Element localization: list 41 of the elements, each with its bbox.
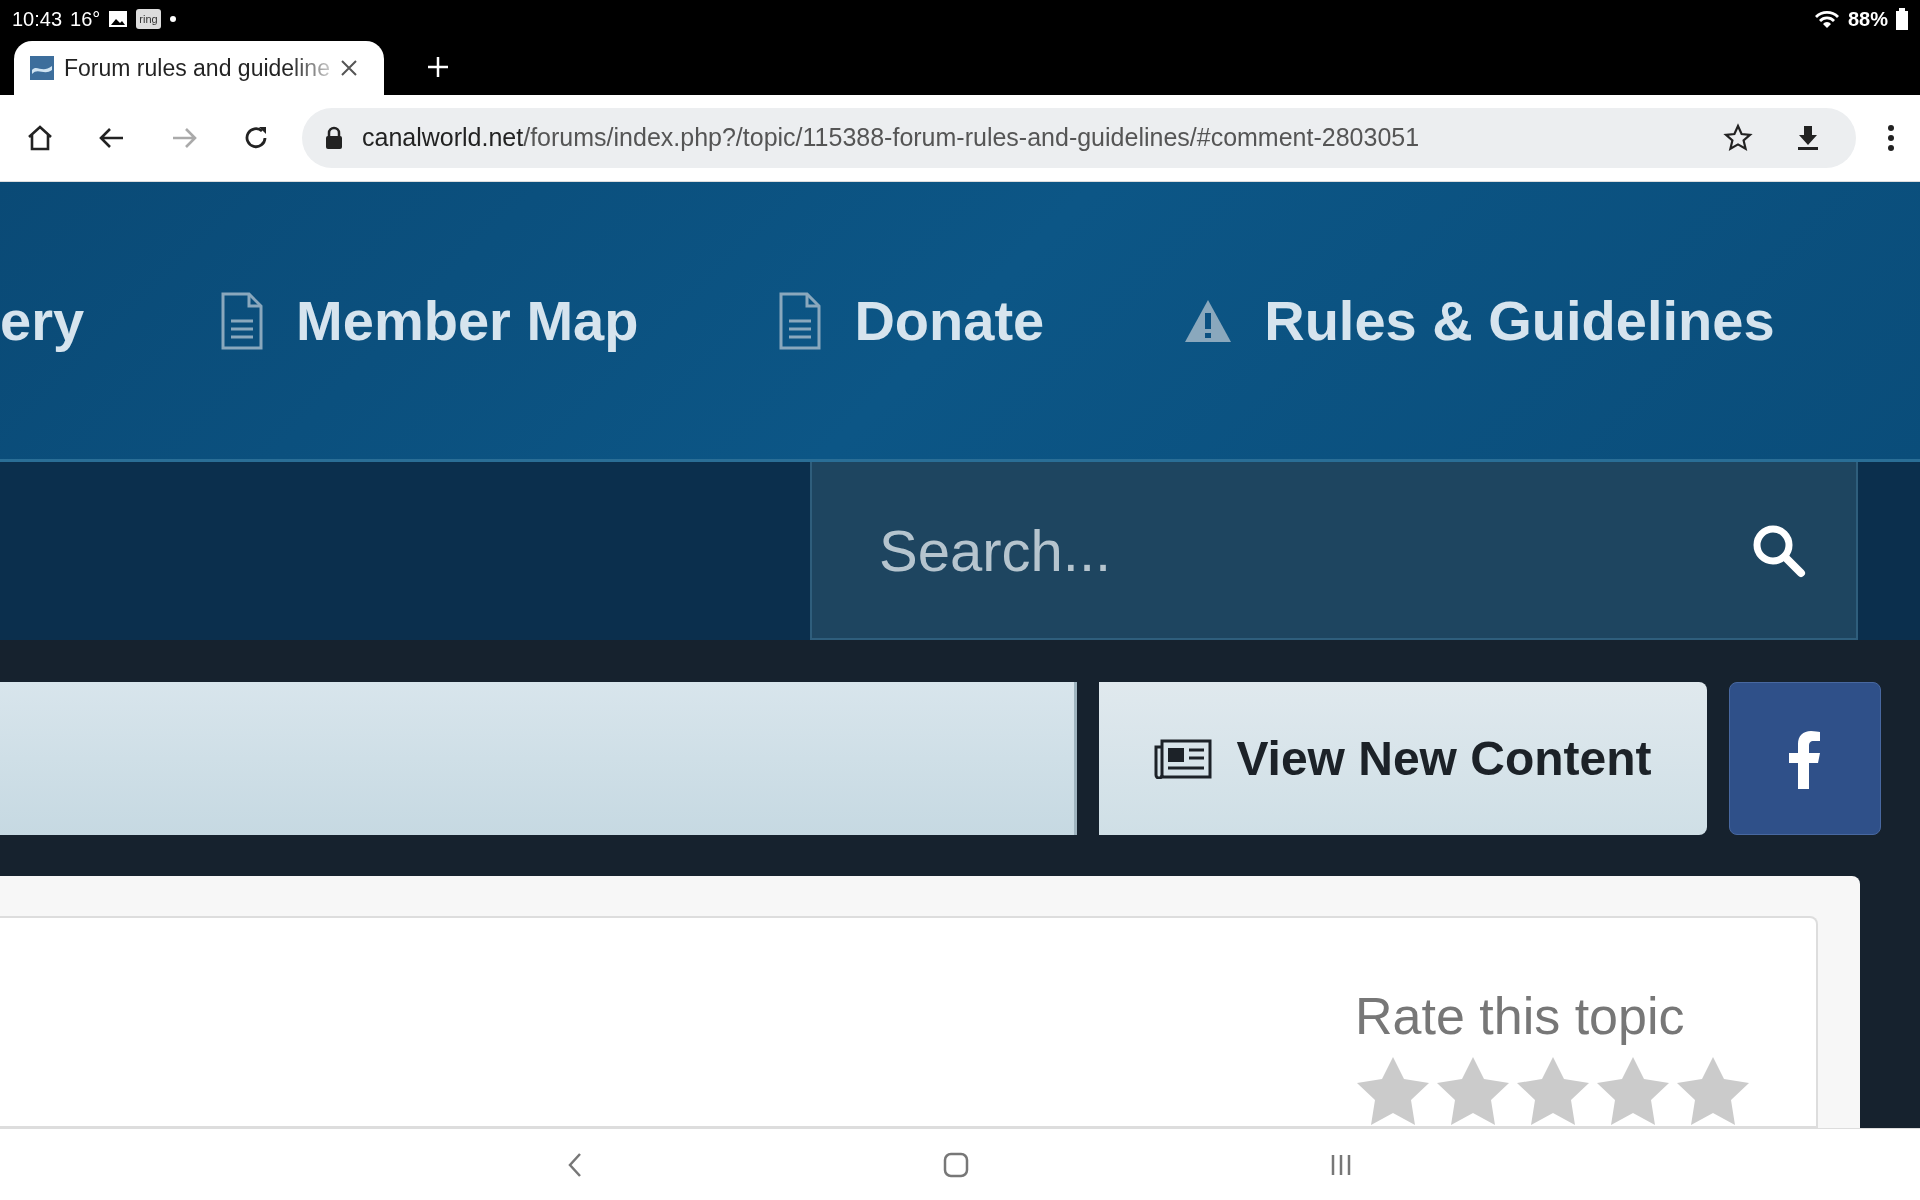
url-text: canalworld.net/forums/index.php?/topic/115388-forum-rules-and-guidelines/#comment-2803051 [362,122,1421,154]
star-icon[interactable] [1515,1055,1591,1128]
star-rating[interactable] [1355,1055,1751,1128]
star-icon[interactable] [1675,1055,1751,1128]
back-nav-button[interactable] [567,1151,583,1178]
facebook-button[interactable] [1729,682,1881,835]
home-nav-button[interactable] [943,1151,969,1178]
dot-icon [168,15,177,23]
star-icon[interactable] [1595,1055,1671,1128]
temperature: 16° [70,7,101,32]
recents-icon [1329,1152,1353,1177]
wifi-icon [1813,8,1840,30]
facebook-icon [1789,728,1821,789]
battery-percent: 88% [1847,7,1888,32]
recents-button[interactable] [1329,1152,1353,1177]
battery-icon [1896,8,1908,30]
chevron-icon [567,1151,583,1178]
plus-icon [426,54,450,79]
browser-tab[interactable]: Forum rules and guideline [14,41,384,95]
more-icon [1887,124,1895,152]
rating-title: Rate this topic [1355,988,1686,1046]
nav-link[interactable]: Member Map [220,278,639,363]
app-badge: ring [136,8,161,30]
view-new-content-button[interactable]: View New Content [1099,682,1707,835]
document-icon [778,290,823,351]
search-box[interactable]: Search... [810,462,1858,640]
lock-icon [324,126,344,150]
address-bar[interactable]: canalworld.net/forums/index.php?/topic/115388-forum-rules-and-guidelines/#comment-2803051 [302,108,1856,168]
clock-time: 10:43 [12,7,63,32]
star-icon[interactable] [1355,1055,1431,1128]
nav-link[interactable]: Donate [778,278,1045,363]
close-icon[interactable] [339,59,358,77]
nav-link[interactable]: Rules & Guidelines [1184,278,1775,363]
document-icon [220,290,265,351]
star-icon[interactable] [1435,1055,1511,1128]
nav-link[interactable]: ery [0,278,85,363]
home-outline-icon [943,1151,969,1178]
star-icon [1723,123,1753,153]
site-favicon [30,56,54,80]
image-icon [108,9,129,29]
newspaper-icon [1154,738,1213,779]
